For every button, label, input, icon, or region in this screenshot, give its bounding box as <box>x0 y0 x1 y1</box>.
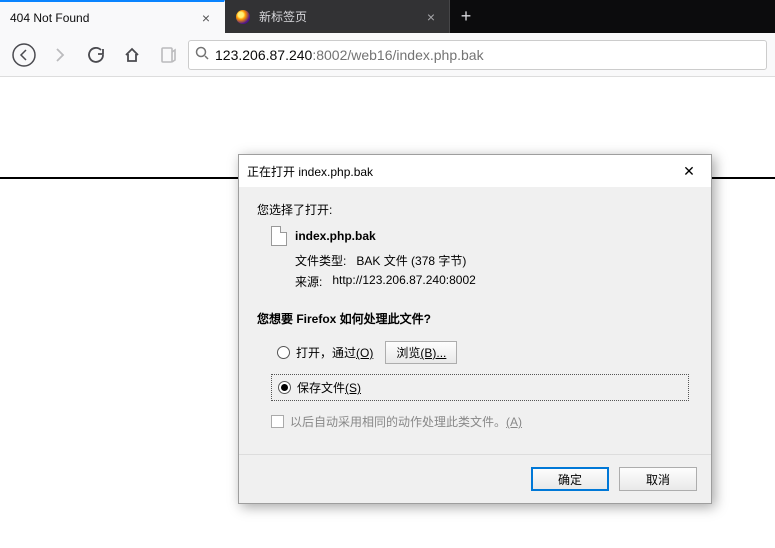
url-input[interactable]: 123.206.87.240:8002/web16/index.php.bak <box>215 47 760 63</box>
tab-title: 新标签页 <box>259 8 415 25</box>
filetype-row: 文件类型: BAK 文件 (378 字节) <box>295 252 693 269</box>
checkbox-icon[interactable] <box>271 415 284 428</box>
ok-button[interactable]: 确定 <box>531 467 609 491</box>
tab-bar: 404 Not Found × 新标签页 × + <box>0 0 775 33</box>
home-button[interactable] <box>116 39 148 71</box>
url-box[interactable]: 123.206.87.240:8002/web16/index.php.bak <box>188 40 767 70</box>
download-dialog: 正在打开 index.php.bak ✕ 您选择了打开: index.php.b… <box>238 154 712 504</box>
open-with-label: 打开，通过(O) <box>296 344 373 361</box>
radio-icon[interactable] <box>278 381 291 394</box>
save-file-label: 保存文件(S) <box>297 379 361 396</box>
file-name: index.php.bak <box>295 229 376 243</box>
option-open-with[interactable]: 打开，通过(O) 浏览(B)... <box>271 337 693 368</box>
filetype-value: BAK 文件 (378 字节) <box>356 252 466 269</box>
nav-bar: 123.206.87.240:8002/web16/index.php.bak <box>0 33 775 77</box>
reload-button[interactable] <box>80 39 112 71</box>
browse-button[interactable]: 浏览(B)... <box>385 341 457 364</box>
close-icon[interactable]: × <box>423 9 439 25</box>
remember-row[interactable]: 以后自动采用相同的动作处理此类文件。(A) <box>271 413 693 430</box>
dialog-body: 您选择了打开: index.php.bak 文件类型: BAK 文件 (378 … <box>239 187 711 436</box>
tab-newtab[interactable]: 新标签页 × <box>225 0 450 33</box>
file-row: index.php.bak <box>271 226 693 246</box>
radio-icon[interactable] <box>277 346 290 359</box>
search-icon <box>195 46 209 63</box>
source-value: http://123.206.87.240:8002 <box>332 273 475 290</box>
source-row: 来源: http://123.206.87.240:8002 <box>295 273 693 290</box>
url-host: 123.206.87.240 <box>215 47 312 63</box>
question-label: 您想要 Firefox 如何处理此文件? <box>257 310 693 327</box>
tab-title: 404 Not Found <box>10 11 190 25</box>
remember-label: 以后自动采用相同的动作处理此类文件。(A) <box>290 413 522 430</box>
filetype-label: 文件类型: <box>295 252 346 269</box>
forward-button <box>44 39 76 71</box>
url-rest: :8002/web16/index.php.bak <box>312 47 483 63</box>
close-icon[interactable]: × <box>198 10 214 26</box>
tab-404[interactable]: 404 Not Found × <box>0 0 225 33</box>
you-chose-label: 您选择了打开: <box>257 201 693 218</box>
source-label: 来源: <box>295 273 322 290</box>
dialog-title: 正在打开 index.php.bak <box>247 163 675 180</box>
file-icon <box>271 226 287 246</box>
newtab-button[interactable]: + <box>450 0 482 33</box>
option-save-file[interactable]: 保存文件(S) <box>271 374 689 401</box>
dialog-titlebar[interactable]: 正在打开 index.php.bak ✕ <box>239 155 711 187</box>
reader-button <box>152 39 184 71</box>
dialog-footer: 确定 取消 <box>239 454 711 503</box>
firefox-icon <box>235 9 251 25</box>
back-button[interactable] <box>8 39 40 71</box>
close-icon[interactable]: ✕ <box>675 161 703 181</box>
cancel-button[interactable]: 取消 <box>619 467 697 491</box>
